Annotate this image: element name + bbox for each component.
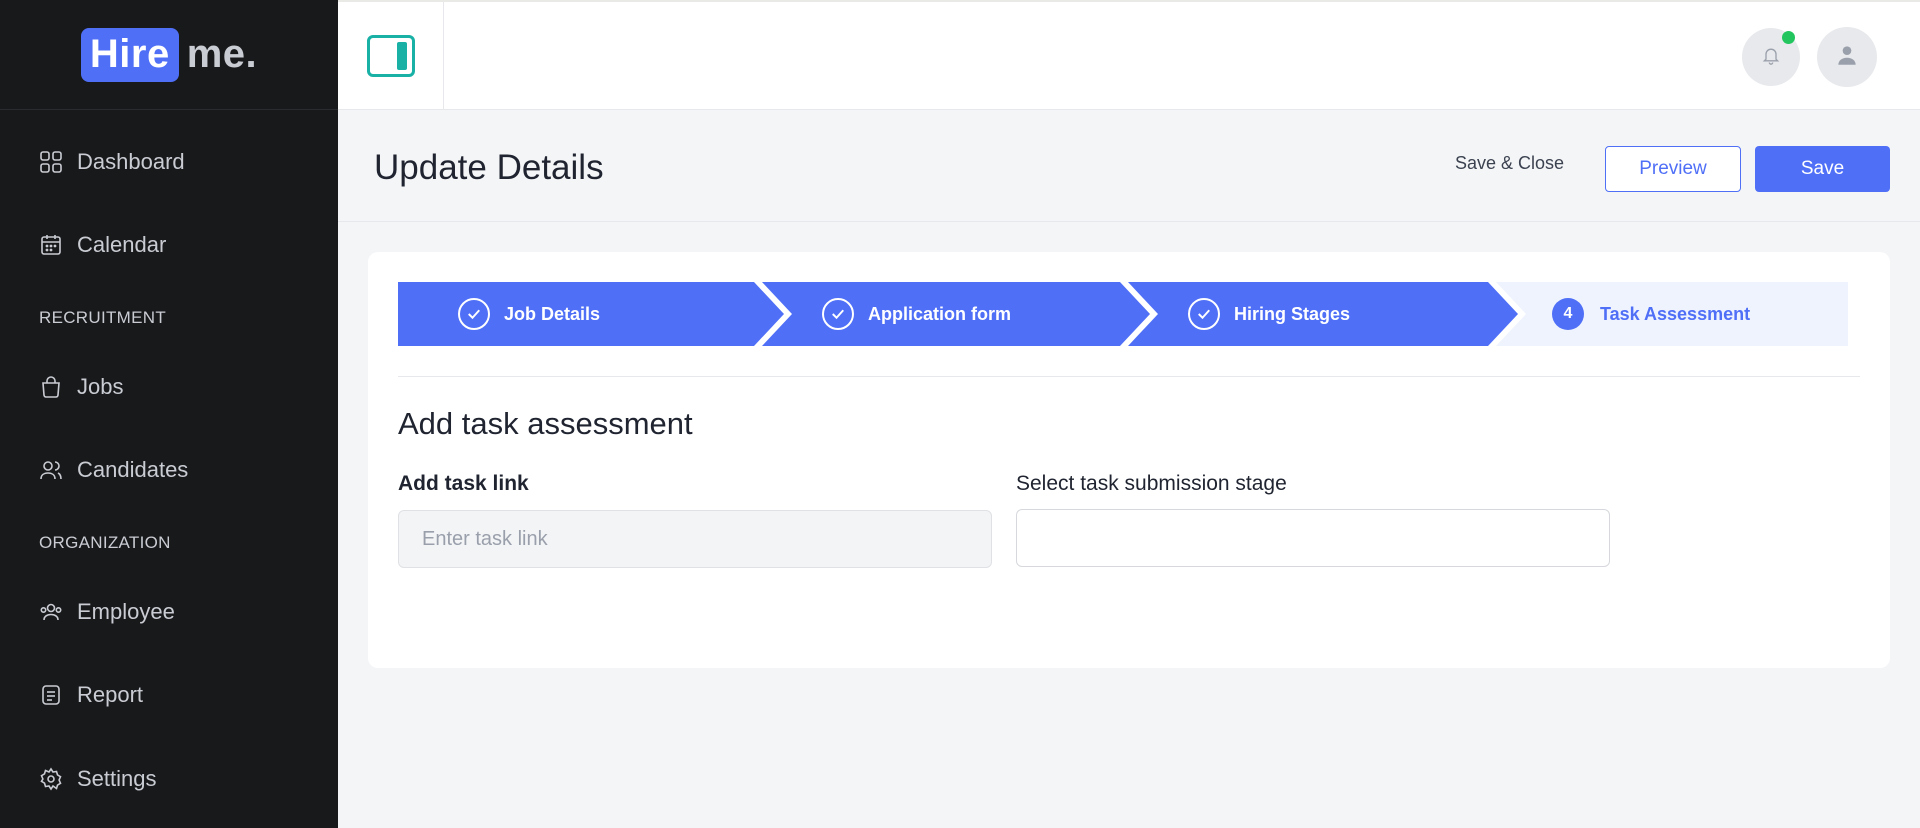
users-icon <box>39 458 63 482</box>
logo[interactable]: Hire me. <box>80 27 258 82</box>
check-icon <box>1188 298 1220 330</box>
divider <box>398 376 1860 377</box>
user-icon <box>1834 42 1860 73</box>
save-button[interactable]: Save <box>1755 146 1890 192</box>
notifications-button[interactable] <box>1742 28 1800 86</box>
step-task-assessment[interactable]: 4 Task Assessment <box>1496 282 1848 346</box>
bell-icon <box>1761 45 1781 70</box>
sidebar-item-employee[interactable]: Employee <box>39 599 175 625</box>
task-stage-select[interactable] <box>1016 509 1610 567</box>
notification-dot <box>1782 31 1795 44</box>
step-label: Hiring Stages <box>1234 303 1351 324</box>
task-link-input[interactable] <box>398 510 992 568</box>
sidebar-toggle-icon[interactable] <box>366 35 415 77</box>
sidebar-item-label: Dashboard <box>77 149 185 174</box>
sidebar-item-report[interactable]: Report <box>39 682 143 708</box>
page-header: Update Details Save & Close Preview Save <box>338 110 1920 222</box>
sidebar-item-dashboard[interactable]: Dashboard <box>39 149 185 175</box>
sidebar-item-jobs[interactable]: Jobs <box>39 374 123 400</box>
logo-area: Hire me. <box>0 0 338 110</box>
step-number-badge: 4 <box>1552 298 1584 330</box>
page-title: Update Details <box>374 148 604 187</box>
sidebar-section-organization: ORGANIZATION <box>39 533 171 552</box>
topbar <box>338 0 1920 110</box>
sidebar-item-label: Employee <box>77 599 175 624</box>
grid-icon <box>39 150 63 174</box>
gear-icon <box>39 767 63 791</box>
step-label: Task Assessment <box>1600 303 1751 324</box>
calendar-icon <box>39 233 63 257</box>
preview-button[interactable]: Preview <box>1605 146 1741 192</box>
bag-icon <box>39 375 63 399</box>
document-icon <box>39 683 63 707</box>
sidebar-item-settings[interactable]: Settings <box>39 766 157 792</box>
sidebar-section-recruitment: RECRUITMENT <box>39 308 167 327</box>
stepper: Job Details Application form Hiring Stag… <box>398 282 1848 346</box>
sidebar-item-label: Candidates <box>77 457 189 482</box>
section-title: Add task assessment <box>398 406 693 441</box>
step-job-details[interactable]: Job Details <box>398 282 784 346</box>
group-icon <box>39 600 63 624</box>
step-application-form[interactable]: Application form <box>762 282 1150 346</box>
step-label: Job Details <box>504 303 601 324</box>
sidebar-item-calendar[interactable]: Calendar <box>39 232 166 258</box>
logo-me: me. <box>186 32 258 76</box>
task-link-label: Add task link <box>398 472 529 495</box>
task-assessment-card: Job Details Application form Hiring Stag… <box>368 252 1890 668</box>
task-stage-label: Select task submission stage <box>1016 472 1287 495</box>
sidebar-item-label: Settings <box>77 766 157 791</box>
step-hiring-stages[interactable]: Hiring Stages <box>1128 282 1518 346</box>
sidebar-item-label: Jobs <box>77 374 124 399</box>
avatar[interactable] <box>1817 27 1877 87</box>
sidebar-item-label: Report <box>77 682 144 707</box>
check-icon <box>822 298 854 330</box>
sidebar-item-candidates[interactable]: Candidates <box>39 457 188 483</box>
check-icon <box>458 298 490 330</box>
save-close-button[interactable]: Save & Close <box>1455 153 1564 174</box>
sidebar: Hire me. Dashboard Calendar RECRUITMENT … <box>0 0 338 828</box>
sidebar-item-label: Calendar <box>77 232 167 257</box>
sidebar-toggle-area <box>338 2 444 110</box>
logo-hire: Hire <box>80 27 179 82</box>
step-label: Application form <box>868 303 1011 324</box>
